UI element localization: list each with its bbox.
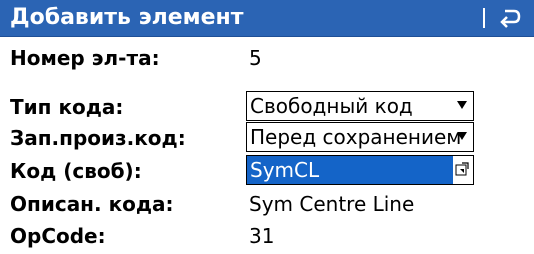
title-bar: Добавить элемент — [0, 0, 534, 37]
row-free-code: Код (своб): SymCL — [0, 155, 534, 189]
title-bar-divider — [483, 8, 485, 28]
row-code-description: Описан. кода: Sym Centre Line — [0, 188, 534, 222]
opcode-value: 31 — [249, 224, 275, 248]
chevron-down-icon — [457, 132, 467, 140]
code-type-value: Свободный код — [250, 94, 413, 118]
element-number-value: 5 — [249, 46, 262, 70]
code-description-value: Sym Centre Line — [249, 192, 415, 216]
undo-arrow-icon — [500, 9, 521, 28]
prompt-code-value: Перед сохранением — [250, 125, 462, 149]
code-type-dropdown[interactable]: Свободный код — [246, 91, 474, 121]
row-prompt-code: Зап.произ.код: Перед сохранением — [0, 122, 534, 156]
row-code-type: Тип кода: Свободный код — [0, 91, 534, 125]
chevron-down-icon — [457, 101, 467, 109]
free-code-label: Код (своб): — [10, 159, 142, 183]
row-opcode: OpCode: 31 — [0, 220, 534, 254]
opcode-label: OpCode: — [10, 224, 106, 248]
free-code-value: SymCL — [250, 158, 320, 182]
window-title: Добавить элемент — [10, 5, 244, 30]
element-number-label: Номер эл-та: — [10, 46, 160, 70]
code-description-label: Описан. кода: — [10, 192, 174, 216]
free-code-selection: SymCL — [247, 156, 453, 184]
prompt-code-dropdown[interactable]: Перед сохранением — [246, 122, 474, 152]
code-type-label: Тип кода: — [10, 95, 124, 119]
code-list-icon[interactable] — [455, 162, 469, 176]
back-button[interactable] — [494, 2, 528, 34]
free-code-field[interactable]: SymCL — [246, 155, 474, 185]
prompt-code-label: Зап.произ.код: — [10, 126, 186, 150]
row-element-number: Номер эл-та: 5 — [0, 42, 534, 76]
